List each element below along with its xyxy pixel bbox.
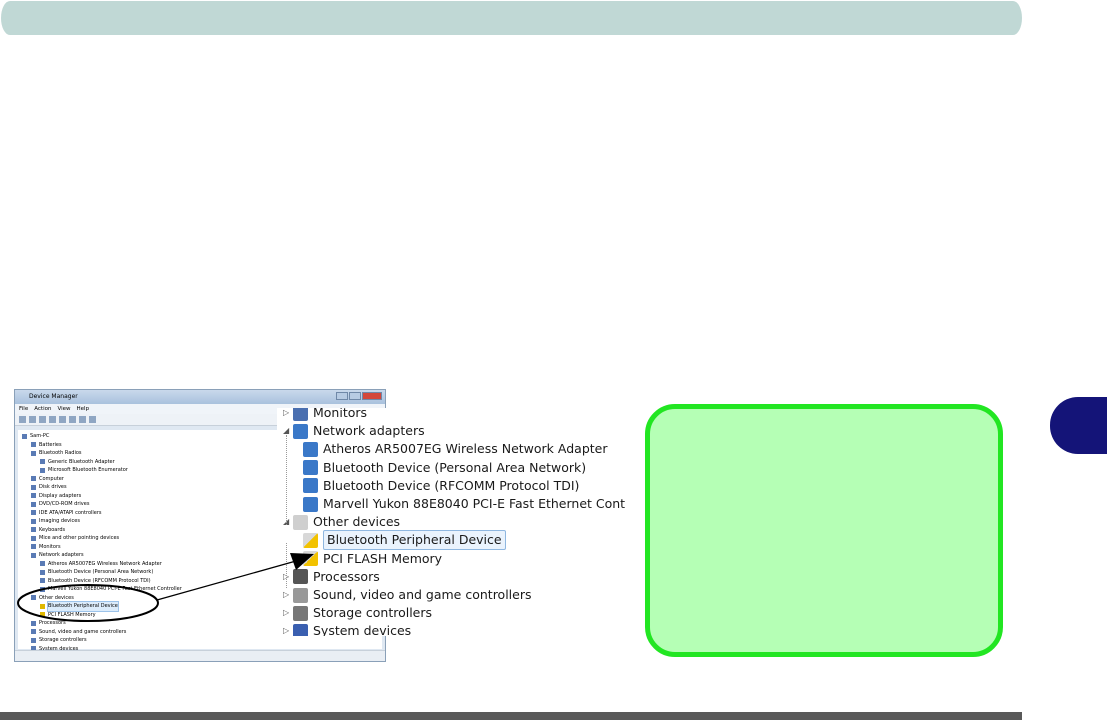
annotation-overlay bbox=[17, 553, 314, 622]
pointer-arrowhead bbox=[290, 553, 314, 570]
pointer-arrow-line bbox=[156, 560, 297, 601]
highlight-ellipse bbox=[17, 584, 159, 622]
